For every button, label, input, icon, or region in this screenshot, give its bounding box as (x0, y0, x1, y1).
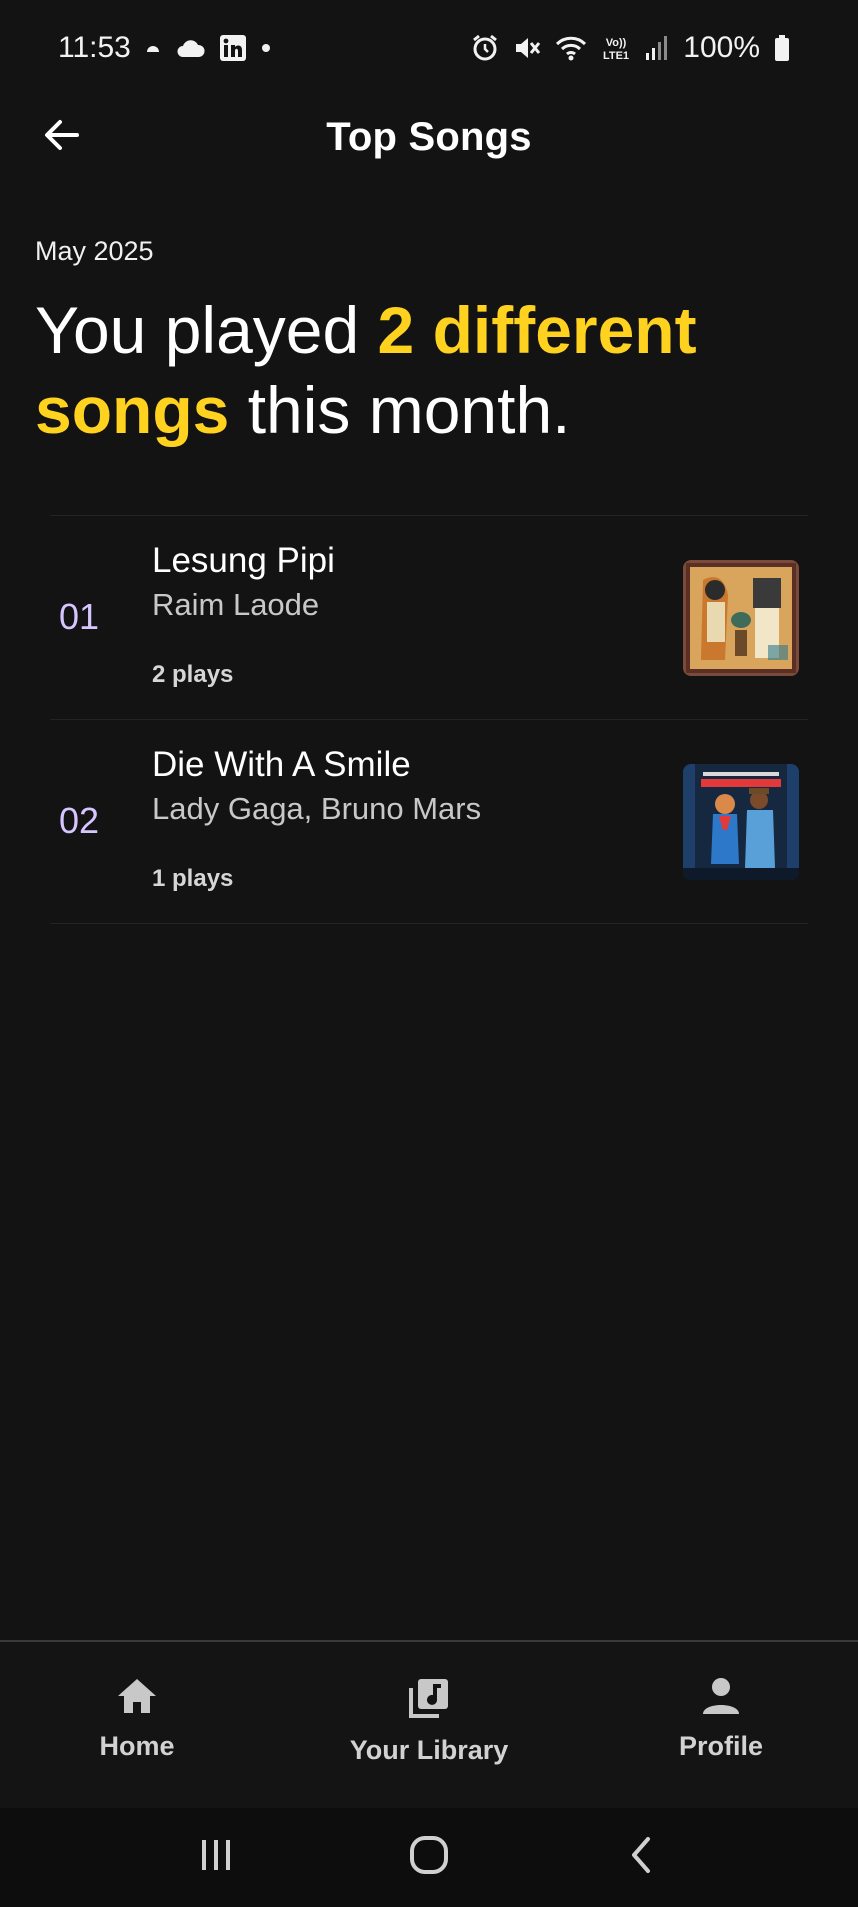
status-bar: 11:53 Vo)) LTE1 100% (0, 0, 858, 96)
page-title: Top Songs (326, 114, 532, 159)
svg-text:LTE1: LTE1 (603, 50, 629, 62)
system-nav (0, 1808, 858, 1907)
bottom-nav: Home Your Library Profile (0, 1640, 858, 1808)
song-row[interactable]: 01 Lesung Pipi Raim Laode 2 plays (50, 516, 808, 720)
home-circle-icon (407, 1833, 451, 1882)
battery-icon (774, 34, 790, 62)
song-plays: 1 plays (152, 865, 234, 892)
recent-apps-button[interactable] (176, 1828, 256, 1888)
signal-icon (645, 35, 669, 61)
svg-text:Vo)): Vo)) (606, 37, 627, 49)
person-icon (699, 1676, 743, 1721)
song-title: Lesung Pipi (152, 541, 335, 580)
song-rank: 01 (59, 596, 100, 637)
recent-apps-icon (196, 1835, 236, 1880)
song-plays: 2 plays (152, 661, 234, 688)
library-music-icon (407, 1676, 451, 1725)
linkedin-icon (219, 34, 247, 62)
summary-prefix: You played (35, 293, 378, 367)
dot-icon (261, 43, 271, 53)
song-list: 01 Lesung Pipi Raim Laode 2 plays 02 Die… (50, 515, 808, 924)
status-left: 11:53 (58, 31, 271, 65)
weather-icon (145, 40, 161, 56)
arrow-back-icon (41, 115, 81, 160)
nav-library-label: Your Library (349, 1735, 509, 1765)
system-back-button[interactable] (602, 1828, 682, 1888)
song-artist: Raim Laode (152, 587, 320, 622)
nav-profile[interactable]: Profile (584, 1642, 858, 1808)
status-time: 11:53 (58, 31, 131, 64)
month-label: May 2025 (35, 236, 154, 266)
alarm-icon (471, 34, 499, 62)
system-home-button[interactable] (389, 1828, 469, 1888)
cloud-icon (175, 37, 205, 59)
album-art (683, 764, 799, 880)
nav-library[interactable]: Your Library (274, 1642, 584, 1808)
song-artist: Lady Gaga, Bruno Mars (152, 791, 482, 826)
volte-icon: Vo)) LTE1 (601, 34, 631, 62)
nav-home[interactable]: Home (0, 1642, 274, 1808)
app-header: Top Songs (0, 96, 858, 178)
back-button[interactable] (34, 110, 88, 164)
mute-icon (513, 34, 541, 62)
nav-home-label: Home (99, 1731, 175, 1761)
top-songs-screen: 11:53 Vo)) LTE1 100% Top Songs May 2025 … (0, 0, 858, 1907)
status-right: Vo)) LTE1 100% (471, 31, 790, 65)
song-row[interactable]: 02 Die With A Smile Lady Gaga, Bruno Mar… (50, 720, 808, 924)
album-art (683, 560, 799, 676)
song-title: Die With A Smile (152, 745, 411, 784)
battery-percent: 100% (683, 31, 760, 64)
home-icon (115, 1676, 159, 1721)
nav-profile-label: Profile (678, 1731, 764, 1761)
summary-suffix: this month. (229, 373, 571, 447)
summary-text: You played 2 different songs this month. (35, 290, 815, 450)
back-chevron-icon (622, 1835, 662, 1880)
song-rank: 02 (59, 800, 100, 841)
wifi-icon (555, 34, 587, 62)
